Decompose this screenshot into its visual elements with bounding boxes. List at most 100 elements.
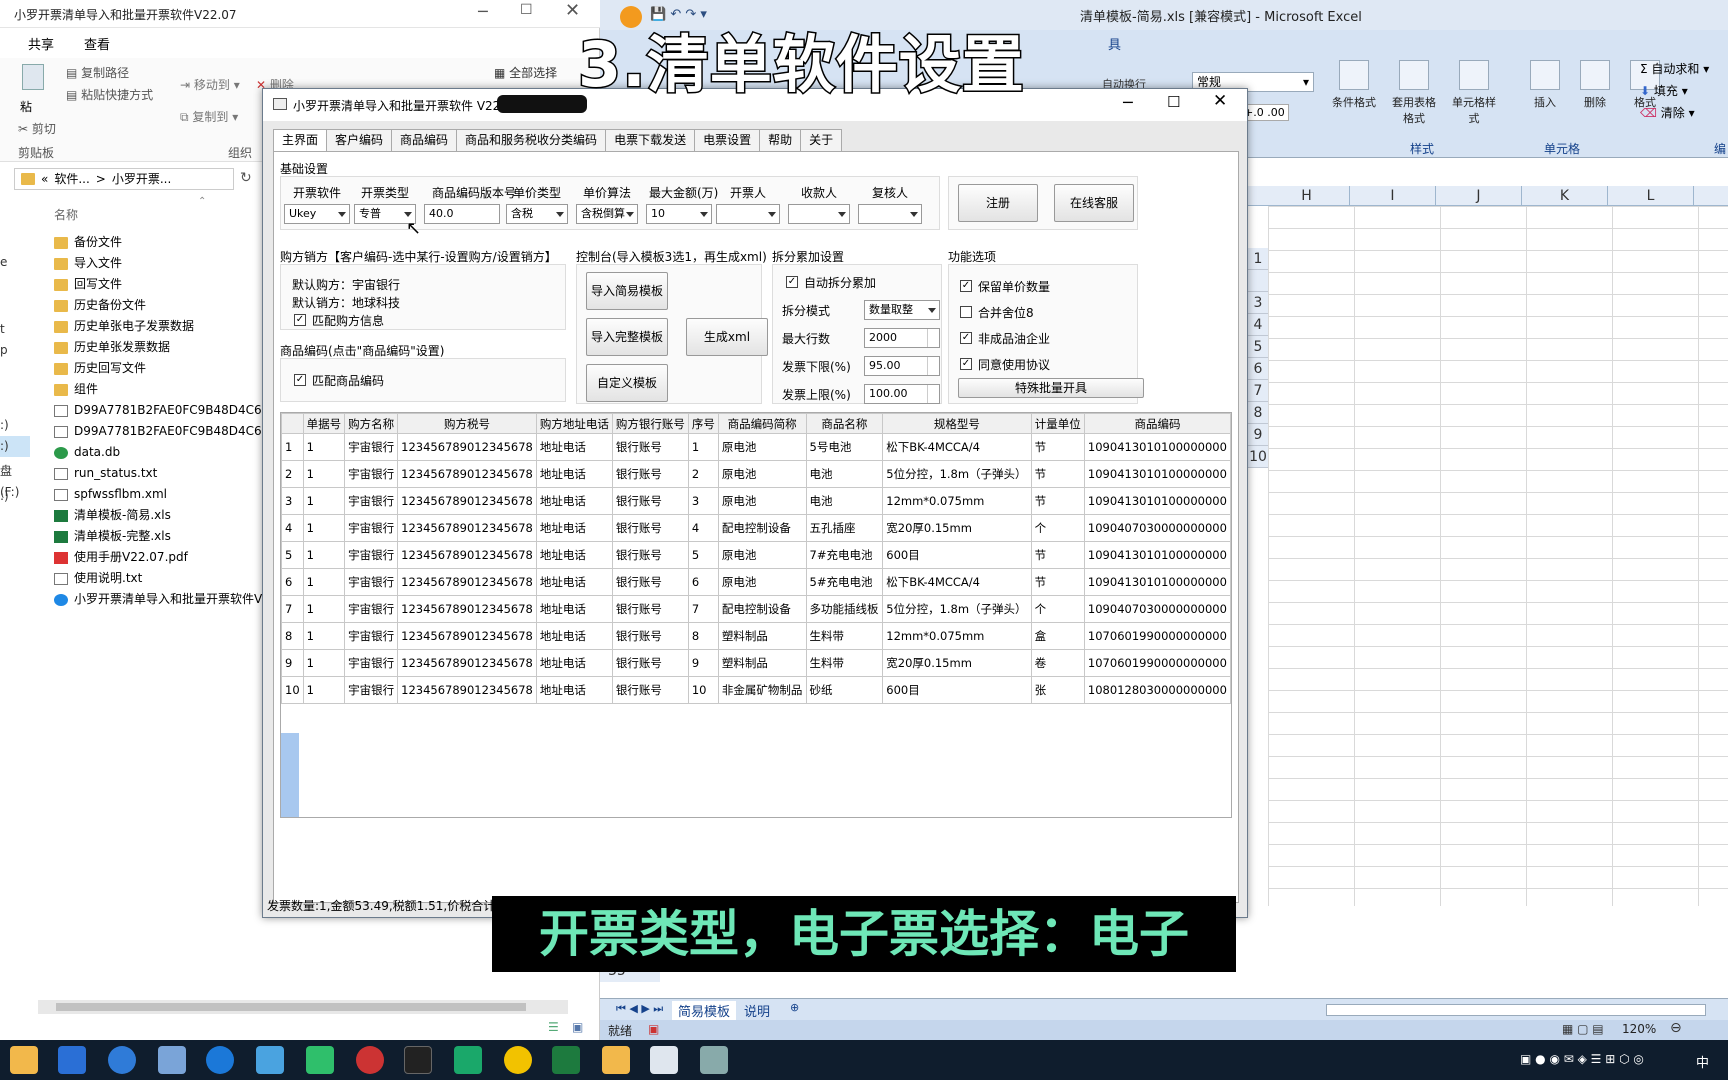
refresh-icon[interactable]: ↻ xyxy=(240,170,252,186)
table-cell[interactable]: 3 xyxy=(281,487,304,515)
zoom-out-icon[interactable]: ⊖ xyxy=(1670,1020,1682,1036)
table-cell[interactable]: 多功能插线板 xyxy=(805,595,884,623)
table-row[interactable]: 2 1 宇宙银行 123456789012345678 地址电话 银行账号 2 原电池 电池 5位… xyxy=(281,460,1231,488)
column-header[interactable]: K xyxy=(1522,186,1608,206)
table-header[interactable]: 商品编码简称 xyxy=(717,413,807,434)
edge-taskbar-icon[interactable] xyxy=(206,1046,234,1074)
tool-taskbar-icon[interactable] xyxy=(700,1046,728,1074)
file-explorer-taskbar-icon[interactable] xyxy=(10,1046,38,1074)
table-cell[interactable]: 电池 xyxy=(805,460,884,488)
table-cell[interactable]: 节 xyxy=(1030,460,1085,488)
table-cell[interactable]: 9 xyxy=(281,649,304,677)
file-item[interactable]: 历史单张发票数据 xyxy=(0,337,262,358)
table-cell[interactable]: 原电池 xyxy=(717,487,807,515)
table-cell[interactable]: 123456789012345678 xyxy=(397,460,537,488)
table-cell[interactable]: 6 xyxy=(281,568,304,596)
tab-2[interactable]: 商品编码 xyxy=(391,129,458,151)
table-cell[interactable]: 卷 xyxy=(1030,649,1085,677)
excel-ribbon-button[interactable]: 单元格样式 xyxy=(1450,60,1498,126)
table-cell[interactable]: 宇宙银行 xyxy=(344,514,399,542)
invoice-app-taskbar-icon[interactable] xyxy=(650,1046,678,1074)
table-cell[interactable]: 地址电话 xyxy=(535,676,613,704)
table-cell[interactable]: 1 xyxy=(302,568,346,596)
paste-shortcut-button[interactable]: ▤ 粘贴快捷方式 xyxy=(66,86,153,103)
table-cell[interactable]: 5位分控，1.8m（子弹头） xyxy=(882,595,1032,623)
table-cell[interactable]: 原电池 xyxy=(717,541,807,569)
table-row[interactable]: 6 1 宇宙银行 123456789012345678 地址电话 银行账号 6 原电池 5#充电… xyxy=(281,568,1231,596)
table-cell[interactable]: 123456789012345678 xyxy=(397,568,537,596)
table-row[interactable]: 10 1 宇宙银行 123456789012345678 地址电话 银行账号 10 非金属矿物… xyxy=(281,676,1231,704)
ribbon-tab-fragment[interactable]: 具 xyxy=(1108,34,1121,53)
table-cell[interactable]: 1090413010100000000 xyxy=(1083,568,1231,596)
field-select[interactable] xyxy=(858,204,922,224)
table-cell[interactable]: 6 xyxy=(687,568,719,596)
table-cell[interactable]: 银行账号 xyxy=(611,649,689,677)
table-cell[interactable]: 123456789012345678 xyxy=(397,514,537,542)
table-cell[interactable]: 地址电话 xyxy=(535,514,613,542)
table-cell[interactable]: 5号电池 xyxy=(805,433,884,461)
table-cell[interactable]: 4 xyxy=(281,514,304,542)
table-cell[interactable]: 配电控制设备 xyxy=(717,514,807,542)
table-row[interactable]: 9 1 宇宙银行 123456789012345678 地址电话 银行账号 9 塑料制品 生料带… xyxy=(281,649,1231,677)
table-cell[interactable]: 松下BK-4MCCA/4 xyxy=(882,433,1032,461)
table-cell[interactable]: 1 xyxy=(302,676,346,704)
import-full-button[interactable]: 导入完整模板 xyxy=(586,318,668,356)
file-item[interactable]: 回写文件 xyxy=(0,274,262,295)
file-item[interactable]: 使用手册V22.07.pdf xyxy=(0,547,262,568)
menu-share[interactable]: 共享 xyxy=(28,34,54,53)
table-cell[interactable]: 银行账号 xyxy=(611,595,689,623)
table-cell[interactable]: 1 xyxy=(302,433,346,461)
table-cell[interactable]: 8 xyxy=(687,622,719,650)
table-cell[interactable]: 5#充电电池 xyxy=(805,568,884,596)
table-cell[interactable]: 原电池 xyxy=(717,460,807,488)
table-cell[interactable]: 宇宙银行 xyxy=(344,568,399,596)
max-rows-spinner[interactable]: 2000 xyxy=(864,328,940,348)
table-cell[interactable]: 宇宙银行 xyxy=(344,487,399,515)
file-item[interactable]: 清单模板-简易.xls xyxy=(0,505,262,526)
xmind-taskbar-icon[interactable] xyxy=(454,1046,482,1074)
tab-0[interactable]: 主界面 xyxy=(273,129,328,152)
table-cell[interactable]: 生料带 xyxy=(805,622,884,650)
table-cell[interactable]: 1080128030000000000 xyxy=(1083,676,1231,704)
row-header[interactable]: 10 xyxy=(1248,446,1268,468)
table-cell[interactable]: 9 xyxy=(687,649,719,677)
row-header[interactable]: 4 xyxy=(1248,314,1268,336)
file-item[interactable]: data.db xyxy=(0,442,262,463)
table-cell[interactable]: 银行账号 xyxy=(611,622,689,650)
tab-3[interactable]: 商品和服务税收分类编码 xyxy=(456,129,607,151)
fill-button[interactable]: ⬇ 填充 ▾ xyxy=(1640,82,1688,99)
breadcrumb[interactable]: « 软件... > 小罗开票... xyxy=(14,168,234,190)
file-item[interactable]: run_status.txt xyxy=(0,463,262,484)
maximize-icon[interactable]: ☐ xyxy=(520,2,533,18)
table-cell[interactable]: 银行账号 xyxy=(611,460,689,488)
copy-to-button[interactable]: ⧉ 复制到 ▾ xyxy=(180,108,238,125)
excel-ribbon-button[interactable]: 插入 xyxy=(1526,60,1564,126)
row-header[interactable] xyxy=(1248,270,1268,292)
table-cell[interactable]: 银行账号 xyxy=(611,433,689,461)
match-buyer-checkbox[interactable]: ✓ xyxy=(294,314,306,326)
table-header[interactable]: 商品名称 xyxy=(805,413,884,434)
column-header[interactable]: J xyxy=(1436,186,1522,206)
table-row[interactable]: 3 1 宇宙银行 123456789012345678 地址电话 银行账号 3 原电池 电池 12… xyxy=(281,487,1231,515)
excel-taskbar-icon[interactable] xyxy=(552,1046,580,1074)
table-cell[interactable]: 银行账号 xyxy=(611,487,689,515)
table-header[interactable]: 购方名称 xyxy=(344,413,399,434)
app-maximize-icon[interactable]: ☐ xyxy=(1167,93,1180,111)
column-header[interactable]: I xyxy=(1350,186,1436,206)
table-cell[interactable]: 塑料制品 xyxy=(717,622,807,650)
move-to-button[interactable]: ⇥ 移动到 ▾ xyxy=(180,76,240,93)
horizontal-scrollbar[interactable] xyxy=(38,1000,568,1014)
table-cell[interactable]: 2 xyxy=(687,460,719,488)
table-cell[interactable]: 1090413010100000000 xyxy=(1083,541,1231,569)
table-cell[interactable]: 123456789012345678 xyxy=(397,595,537,623)
file-item[interactable]: D99A7781B2FAE0FC9B48D4C643 xyxy=(0,400,277,421)
table-cell[interactable]: 1 xyxy=(302,649,346,677)
macro-record-icon[interactable]: ▣ xyxy=(648,1022,659,1036)
table-header[interactable]: 规格型号 xyxy=(882,413,1032,434)
field-select[interactable]: 40.0 xyxy=(424,204,500,224)
table-cell[interactable]: 1 xyxy=(302,460,346,488)
tab-4[interactable]: 电票下载发送 xyxy=(605,129,696,151)
ime-indicator[interactable]: 中 xyxy=(1696,1052,1709,1071)
menu-view[interactable]: 查看 xyxy=(84,34,110,53)
table-cell[interactable]: 宇宙银行 xyxy=(344,595,399,623)
